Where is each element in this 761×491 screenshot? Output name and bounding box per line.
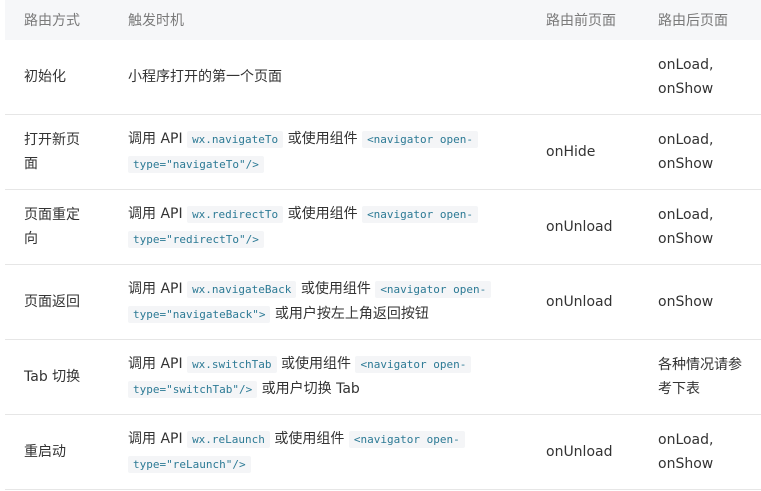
component-code-line2: type="switchTab"/> <box>128 380 258 398</box>
component-code-line2: type="navigateBack"> <box>128 305 271 323</box>
cell-method: 初始化 <box>5 40 109 114</box>
component-code-line2: type="navigateTo"/> <box>128 155 264 173</box>
component-code-line1: <navigator open- <box>355 355 472 373</box>
table-row: 重启动 调用 API wx.reLaunch 或使用组件 <navigator … <box>5 414 761 489</box>
component-code-line2: type="reLaunch"/> <box>128 455 251 473</box>
table-header: 路由方式 触发时机 路由前页面 路由后页面 <box>5 0 761 40</box>
api-code: wx.switchTab <box>187 355 277 373</box>
after-text-line1: onLoad, <box>658 206 714 223</box>
method-text: 初始化 <box>24 68 66 85</box>
header-before: 路由前页面 <box>527 0 639 40</box>
component-code-line1: <navigator open- <box>362 205 479 223</box>
route-table: 路由方式 触发时机 路由前页面 路由后页面 初始化 小程序打开的第一个页面 on… <box>5 0 761 490</box>
component-code-line1: <navigator open- <box>375 280 492 298</box>
table-row: 初始化 小程序打开的第一个页面 onLoad, onShow <box>5 40 761 114</box>
cell-timing: 调用 API wx.navigateTo 或使用组件 <navigator op… <box>109 114 527 189</box>
after-text-line1: onLoad, <box>658 56 714 73</box>
method-text: 页面返回 <box>24 293 80 310</box>
cell-after: onLoad, onShow <box>639 414 761 489</box>
header-row: 路由方式 触发时机 路由前页面 路由后页面 <box>5 0 761 40</box>
table-body: 初始化 小程序打开的第一个页面 onLoad, onShow 打开新页 面 调用… <box>5 40 761 489</box>
cell-method: 打开新页 面 <box>5 114 109 189</box>
before-text: onUnload <box>546 218 613 235</box>
table-row: 打开新页 面 调用 API wx.navigateTo 或使用组件 <navig… <box>5 114 761 189</box>
cell-timing: 调用 API wx.reLaunch 或使用组件 <navigator open… <box>109 414 527 489</box>
before-text: onHide <box>546 143 596 160</box>
before-text: onUnload <box>546 293 613 310</box>
cell-method: 页面返回 <box>5 264 109 339</box>
timing-prefix: 调用 API <box>128 355 183 372</box>
cell-before: onUnload <box>527 414 639 489</box>
cell-after: onLoad, onShow <box>639 40 761 114</box>
cell-before: onUnload <box>527 189 639 264</box>
after-text-line1: onLoad, <box>658 131 714 148</box>
cell-before: onHide <box>527 114 639 189</box>
cell-after: onShow <box>639 264 761 339</box>
after-text-line2: onShow <box>658 455 714 472</box>
timing-prefix: 调用 API <box>128 130 183 147</box>
table-row: Tab 切换 调用 API wx.switchTab 或使用组件 <naviga… <box>5 339 761 414</box>
component-code-line1: <navigator open- <box>348 430 465 448</box>
api-code: wx.redirectTo <box>187 205 284 223</box>
after-text-line2: onShow <box>658 230 714 247</box>
component-code-line2: type="redirectTo"/> <box>128 230 264 248</box>
header-timing: 触发时机 <box>109 0 527 40</box>
cell-after: onLoad, onShow <box>639 189 761 264</box>
api-code: wx.navigateTo <box>187 130 284 148</box>
method-text-line1: 页面重定 <box>24 206 80 223</box>
timing-text: 小程序打开的第一个页面 <box>128 68 282 85</box>
timing-mid: 或使用组件 <box>281 355 351 372</box>
timing-prefix: 调用 API <box>128 430 183 447</box>
cell-after: onLoad, onShow <box>639 114 761 189</box>
method-text: 重启动 <box>24 443 66 460</box>
cell-method: Tab 切换 <box>5 339 109 414</box>
table-row: 页面重定 向 调用 API wx.redirectTo 或使用组件 <navig… <box>5 189 761 264</box>
timing-prefix: 调用 API <box>128 280 183 297</box>
timing-mid: 或使用组件 <box>274 430 345 447</box>
header-method: 路由方式 <box>5 0 109 40</box>
after-text-line2: onShow <box>658 80 714 97</box>
header-after: 路由后页面 <box>639 0 761 40</box>
timing-mid: 或使用组件 <box>287 130 358 147</box>
table-row: 页面返回 调用 API wx.navigateBack 或使用组件 <navig… <box>5 264 761 339</box>
cell-timing: 调用 API wx.switchTab 或使用组件 <navigator ope… <box>109 339 527 414</box>
timing-mid: 或使用组件 <box>287 205 358 222</box>
cell-before <box>527 40 639 114</box>
cell-before: onUnload <box>527 264 639 339</box>
timing-suffix: 或用户切换 Tab <box>261 380 360 397</box>
cell-timing: 调用 API wx.redirectTo 或使用组件 <navigator op… <box>109 189 527 264</box>
cell-timing: 调用 API wx.navigateBack 或使用组件 <navigator … <box>109 264 527 339</box>
before-text: onUnload <box>546 443 613 460</box>
after-text-line2: 考下表 <box>658 380 700 397</box>
after-text-line2: onShow <box>658 155 714 172</box>
component-code-line1: <navigator open- <box>362 130 479 148</box>
timing-mid: 或使用组件 <box>300 280 371 297</box>
method-text: Tab 切换 <box>24 368 81 385</box>
cell-before <box>527 339 639 414</box>
method-text-line1: 打开新页 <box>24 131 80 148</box>
after-text-line1: onLoad, <box>658 431 714 448</box>
cell-method: 页面重定 向 <box>5 189 109 264</box>
after-text: onShow <box>658 293 714 310</box>
after-text-line1: 各种情况请参 <box>658 356 742 373</box>
api-code: wx.reLaunch <box>187 430 270 448</box>
api-code: wx.navigateBack <box>187 280 297 298</box>
cell-method: 重启动 <box>5 414 109 489</box>
timing-suffix: 或用户按左上角返回按钮 <box>274 305 429 322</box>
timing-prefix: 调用 API <box>128 205 183 222</box>
method-text-line2: 向 <box>24 230 38 247</box>
method-text-line2: 面 <box>24 155 38 172</box>
cell-timing: 小程序打开的第一个页面 <box>109 40 527 114</box>
cell-after: 各种情况请参 考下表 <box>639 339 761 414</box>
